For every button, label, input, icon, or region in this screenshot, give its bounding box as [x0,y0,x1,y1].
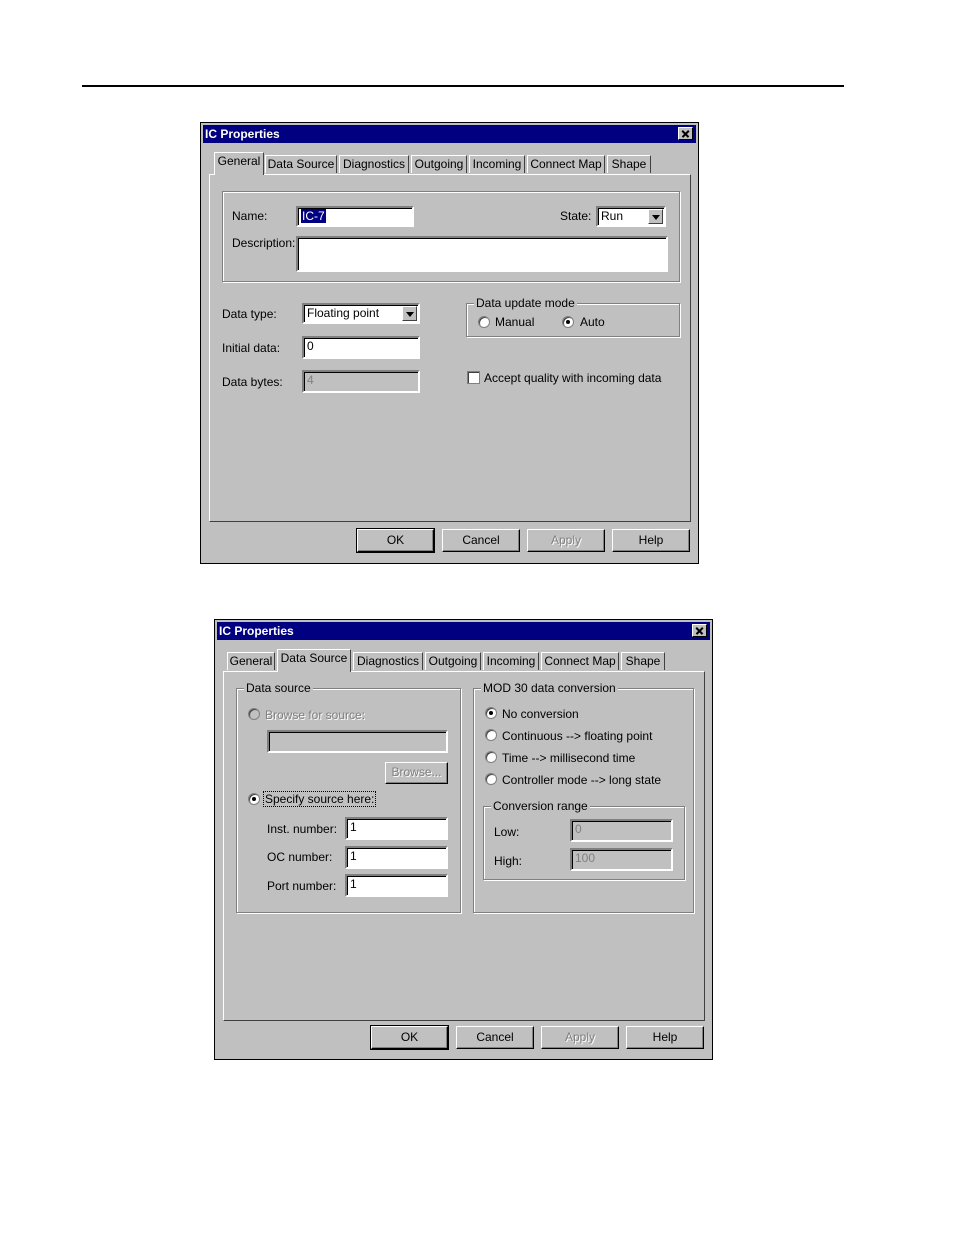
no-conversion-label: No conversion [502,707,579,721]
port-number-input[interactable]: 1 [345,874,448,897]
browse-path-input [267,730,448,753]
tab-diagnostics[interactable]: Diagnostics [339,155,409,173]
oc-number-input[interactable]: 1 [345,846,448,869]
name-input[interactable]: IC-7 [296,206,414,227]
time-to-ms-label: Time --> millisecond time [502,751,636,765]
tab-data-source[interactable]: Data Source [265,155,337,173]
tab-panel-data-source: Data source Browse for source: Browse...… [223,671,705,1021]
description-input[interactable] [296,236,668,272]
apply-button[interactable]: Apply [541,1026,619,1049]
state-label: State: [560,209,592,223]
browse-for-source-label: Browse for source: [265,708,366,722]
tab-shape[interactable]: Shape [621,652,665,670]
tab-connect-map[interactable]: Connect Map [541,652,619,670]
port-number-label: Port number: [267,879,337,893]
specify-source-radio[interactable] [248,793,260,805]
time-to-ms-radio[interactable] [485,751,497,763]
browse-button: Browse... [385,762,448,784]
initial-data-label: Initial data: [222,341,281,355]
data-source-group: Data source Browse for source: Browse...… [236,681,461,913]
high-label: High: [494,854,523,868]
browse-for-source-radio [248,708,260,720]
data-bytes-label: Data bytes: [222,375,283,389]
controller-mode-radio[interactable] [485,773,497,785]
low-input: 0 [570,819,673,842]
dialog-title: IC Properties [205,127,280,141]
data-bytes-input: 4 [302,370,420,393]
data-update-mode-group: Data update mode Manual Auto [466,296,680,337]
inst-number-input[interactable]: 1 [345,817,448,840]
cancel-button[interactable]: Cancel [442,529,520,552]
accept-quality-checkbox[interactable] [467,371,480,384]
state-dropdown[interactable]: Run [596,206,666,227]
auto-label: Auto [580,315,605,329]
ok-button[interactable]: OK [370,1025,449,1050]
mod30-conversion-group: MOD 30 data conversion No conversion Con… [473,681,694,913]
dialog-title-bar: IC Properties [203,125,696,143]
tab-diagnostics[interactable]: Diagnostics [353,652,423,670]
data-type-label: Data type: [222,307,277,321]
close-icon[interactable] [678,127,693,140]
page-header-rule [82,85,844,87]
name-label: Name: [232,209,268,223]
ic-properties-dialog-data-source: IC Properties General Data Source Diagno… [214,619,713,1060]
tab-connect-map[interactable]: Connect Map [527,155,605,173]
help-button[interactable]: Help [612,529,690,552]
data-type-value: Floating point [307,306,380,320]
tab-panel-general: Name: IC-7 State: Run Description: Data … [209,174,691,522]
low-label: Low: [494,825,520,839]
ic-properties-dialog-general: IC Properties General Data Source Diagno… [200,122,699,564]
tab-shape[interactable]: Shape [607,155,651,173]
dialog-title-bar: IC Properties [217,622,710,640]
data-update-mode-title: Data update mode [474,296,577,310]
continuous-to-float-label: Continuous --> floating point [502,729,653,743]
tab-strip: General Data Source Diagnostics Outgoing… [214,152,694,175]
mod30-conversion-title: MOD 30 data conversion [481,681,618,695]
tab-incoming[interactable]: Incoming [469,155,525,173]
high-input: 100 [570,848,673,871]
tab-strip: General Data Source Diagnostics Outgoing… [227,649,707,672]
chevron-down-icon[interactable] [648,209,663,224]
no-conversion-radio[interactable] [485,707,497,719]
auto-radio[interactable] [562,316,574,328]
conversion-range-title: Conversion range [491,799,590,813]
controller-mode-label: Controller mode --> long state [502,773,662,787]
close-icon[interactable] [692,624,707,637]
state-value: Run [601,209,624,223]
oc-number-label: OC number: [267,850,333,864]
accept-quality-label: Accept quality with incoming data [484,371,662,385]
initial-data-input[interactable]: 0 [302,336,420,359]
tab-general[interactable]: General [227,652,275,670]
help-button[interactable]: Help [626,1026,704,1049]
continuous-to-float-radio[interactable] [485,729,497,741]
tab-general[interactable]: General [214,152,264,175]
cancel-button[interactable]: Cancel [456,1026,534,1049]
specify-source-label: Specify source here: [263,791,377,807]
tab-data-source[interactable]: Data Source [277,649,351,672]
ok-button[interactable]: OK [356,528,435,553]
data-source-title: Data source [244,681,313,695]
tab-outgoing[interactable]: Outgoing [425,652,481,670]
inst-number-label: Inst. number: [267,822,338,836]
dialog-title: IC Properties [219,624,294,638]
tab-outgoing[interactable]: Outgoing [411,155,467,173]
data-type-dropdown[interactable]: Floating point [302,303,420,324]
description-label: Description: [232,236,296,250]
conversion-range-group: Conversion range Low: 0 High: 100 [483,799,685,880]
manual-radio[interactable] [478,316,490,328]
chevron-down-icon[interactable] [402,306,417,321]
tab-incoming[interactable]: Incoming [483,652,539,670]
apply-button[interactable]: Apply [527,529,605,552]
manual-label: Manual [495,315,535,329]
